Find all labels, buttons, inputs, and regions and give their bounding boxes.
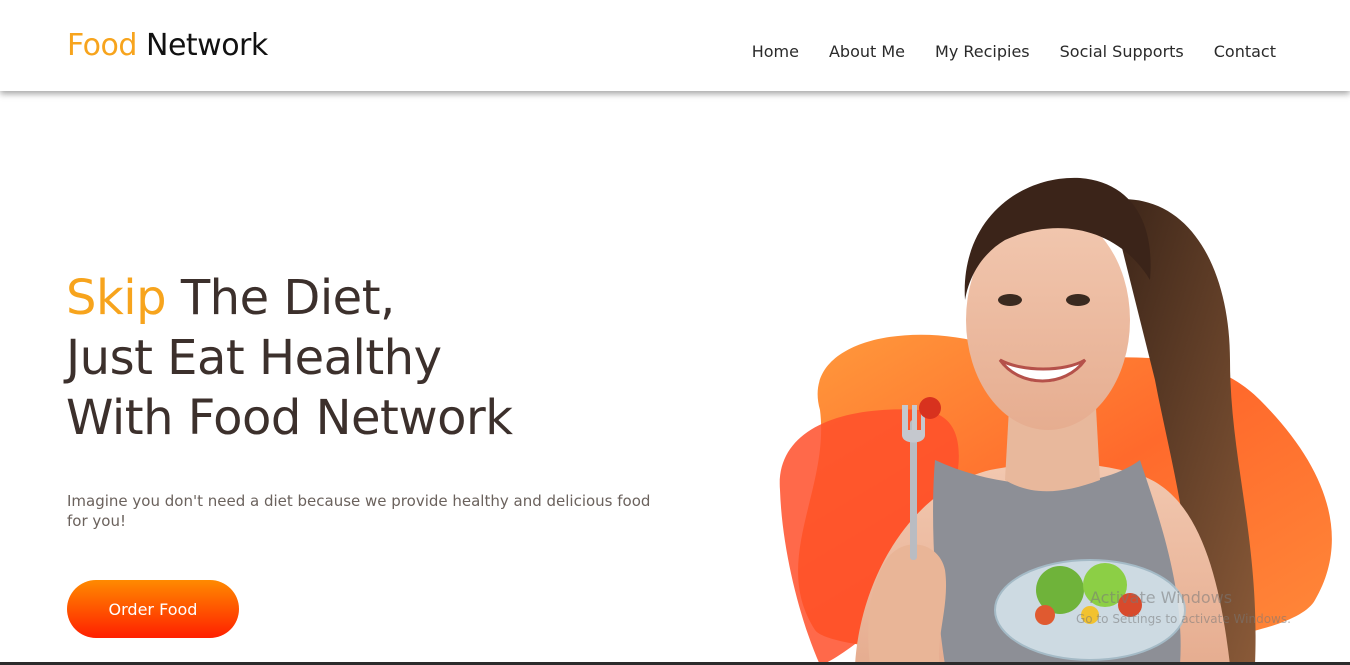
hero-title-line-1-rest: The Diet,: [180, 270, 395, 326]
nav-about-me[interactable]: About Me: [829, 42, 905, 61]
hero-title-line-2: Just Eat Healthy: [66, 330, 442, 386]
hero-title-accent: Skip: [66, 270, 167, 326]
site-logo[interactable]: Food Network: [67, 28, 268, 63]
nav-my-recipies[interactable]: My Recipies: [935, 42, 1030, 61]
order-food-button[interactable]: Order Food: [67, 580, 239, 638]
logo-text: Network: [146, 28, 268, 63]
hero-image: [760, 160, 1350, 665]
main-nav: Home About Me My Recipies Social Support…: [752, 42, 1276, 61]
cherry-tomato: [919, 397, 941, 419]
right-eye: [1066, 294, 1090, 306]
hero-title-line-3: With Food Network: [66, 390, 513, 446]
hero-subtitle: Imagine you don't need a diet because we…: [67, 492, 651, 530]
logo-accent-text: Food: [67, 28, 137, 63]
activate-windows-hint: Go to Settings to activate Windows.: [1076, 612, 1291, 626]
navbar: Food Network Home About Me My Recipies S…: [0, 0, 1350, 91]
hero-illustration: [779, 177, 1332, 665]
left-eye: [998, 294, 1022, 306]
activate-windows-watermark: Activate Windows: [1090, 588, 1233, 607]
nav-contact[interactable]: Contact: [1214, 42, 1276, 61]
hero-title: Skip The Diet, Just Eat Healthy With Foo…: [66, 268, 513, 448]
nav-home[interactable]: Home: [752, 42, 799, 61]
nav-social-supports[interactable]: Social Supports: [1060, 42, 1184, 61]
salad-tomato-2: [1035, 605, 1055, 625]
hero-title-line-1: Skip The Diet,: [66, 268, 513, 328]
